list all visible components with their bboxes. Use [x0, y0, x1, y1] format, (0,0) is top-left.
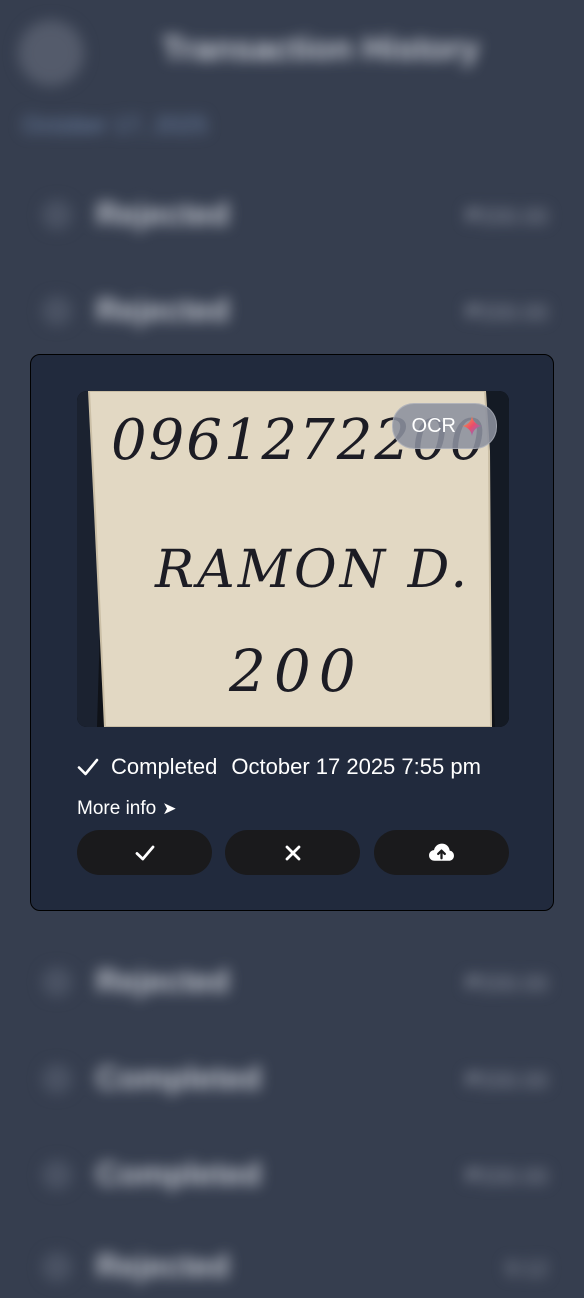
status-dot — [42, 1160, 72, 1190]
list-item-label: Rejected — [96, 196, 230, 232]
upload-button[interactable] — [374, 830, 509, 875]
more-info-label: More info — [77, 798, 157, 819]
sparkle-icon — [462, 416, 482, 436]
ocr-button[interactable]: OCR — [391, 403, 497, 449]
status-line: Completed October 17 2025 7:55 pm — [77, 754, 481, 780]
list-item[interactable]: Rejected ₱200.00 — [0, 953, 584, 1013]
status-dot — [42, 296, 72, 326]
approve-button[interactable] — [77, 830, 212, 875]
list-item-amount: ₱200.00 — [466, 204, 548, 229]
check-icon — [135, 845, 154, 860]
list-item[interactable]: Rejected ₱200.00 — [0, 186, 584, 246]
transaction-detail-card: 0961272200 RAMON D. 200 OCR Completed Oc… — [30, 354, 554, 911]
list-item-label: Rejected — [96, 1248, 230, 1284]
cloud-upload-icon — [429, 843, 454, 861]
list-item-label: Completed — [96, 1060, 262, 1096]
reject-button[interactable] — [225, 830, 360, 875]
timestamp: October 17 2025 7:55 pm — [231, 754, 481, 779]
status-dot — [42, 967, 72, 997]
list-item-label: Rejected — [96, 963, 230, 999]
status-dot — [42, 1252, 72, 1282]
page-title: Transaction History — [162, 30, 480, 68]
list-item-label: Completed — [96, 1156, 262, 1192]
handwriting-line: RAMON D. — [154, 540, 470, 600]
handwriting-line: 200 — [228, 637, 364, 705]
avatar — [18, 20, 84, 86]
ocr-label: OCR — [411, 414, 456, 437]
list-item[interactable]: Rejected ₱200.00 — [0, 282, 584, 342]
arrow-right-icon: ➤ — [162, 799, 177, 818]
action-bar — [77, 830, 509, 875]
list-item-amount: ₱200.00 — [466, 1164, 548, 1189]
status-label: Completed — [111, 754, 218, 779]
list-item-amount: ₱200.00 — [466, 300, 548, 325]
status-dot — [42, 200, 72, 230]
list-item-amount: ₱200.00 — [466, 1068, 548, 1093]
more-info-link[interactable]: More info ➤ — [77, 798, 176, 820]
list-item[interactable]: Completed ₱200.00 — [0, 1146, 584, 1206]
page-subtitle: October 17, 2025 — [22, 112, 208, 139]
list-item[interactable]: Completed ₱200.00 — [0, 1050, 584, 1110]
list-item-label: Rejected — [96, 292, 230, 328]
receipt-photo[interactable]: 0961272200 RAMON D. 200 OCR — [77, 391, 509, 727]
list-item[interactable]: Rejected 9:12 — [0, 1238, 584, 1298]
status-dot — [42, 1064, 72, 1094]
list-item-amount: ₱200.00 — [466, 971, 548, 996]
checkmark-icon — [77, 758, 99, 776]
close-icon — [285, 845, 300, 860]
list-item-amount: 9:12 — [505, 1256, 548, 1281]
